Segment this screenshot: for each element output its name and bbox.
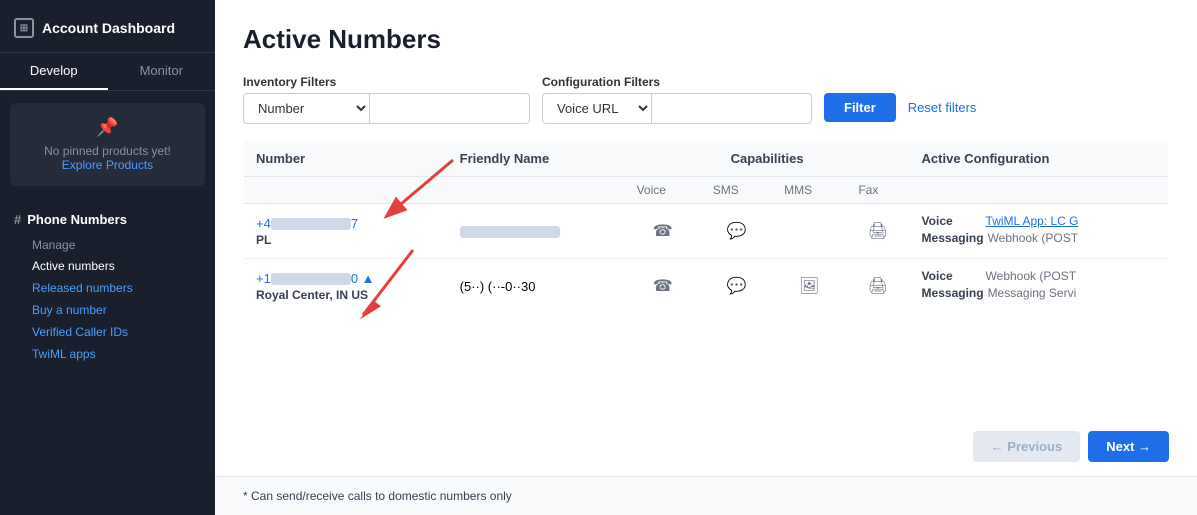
sidebar-header[interactable]: ⊞ Account Dashboard — [0, 0, 215, 53]
inventory-filter-label: Inventory Filters — [243, 75, 530, 89]
sms-cap-1: 💬 — [701, 204, 772, 259]
filter-button[interactable]: Filter — [824, 93, 896, 122]
sidebar-tabs: Develop Monitor — [0, 53, 215, 91]
pinned-products: 📌 No pinned products yet! Explore Produc… — [10, 103, 205, 186]
tab-monitor[interactable]: Monitor — [108, 53, 216, 90]
config-voice-label-2: Voice — [922, 269, 982, 283]
phone-numbers-header[interactable]: # Phone Numbers — [10, 208, 205, 231]
reset-filters-button[interactable]: Reset filters — [904, 93, 981, 122]
main-content-area: Active Numbers Inventory Filters Number … — [215, 0, 1197, 515]
col-active-config: Active Configuration — [910, 141, 1169, 177]
account-dashboard-label: Account Dashboard — [42, 20, 175, 36]
sidebar-item-twil-apps[interactable]: TwiML apps — [26, 343, 205, 365]
table-header-row: Number Friendly Name Capabilities Active… — [244, 141, 1169, 177]
friendly-name-cell-2: (5··) (··-0··30 — [448, 259, 625, 314]
sidebar-item-buy-number[interactable]: Buy a number — [26, 299, 205, 321]
sidebar-item-verified-caller-ids[interactable]: Verified Caller IDs — [26, 321, 205, 343]
config-voice-label-1: Voice — [922, 214, 982, 228]
cap-voice: Voice — [625, 177, 701, 204]
number-cell-2: +10 ▲ Royal Center, IN US — [244, 259, 448, 314]
page-title: Active Numbers — [243, 24, 1169, 55]
config-voice-value-1[interactable]: TwiML App: LC G — [986, 214, 1079, 228]
manage-label: Manage — [26, 235, 205, 255]
mms-cap-2: 🖼 — [772, 259, 846, 314]
config-filter-input[interactable] — [652, 93, 812, 124]
footer-note-text: * Can send/receive calls to domestic num… — [243, 489, 512, 503]
table-row: +47 PL ☎ 💬 🖨 Voice — [244, 204, 1169, 259]
mms-cap-1 — [772, 204, 846, 259]
number-location-1: PL — [256, 233, 436, 247]
sidebar-item-active-numbers[interactable]: Active numbers — [26, 255, 205, 277]
number-cell-1: +47 PL — [244, 204, 448, 259]
cap-fax: Fax — [846, 177, 909, 204]
config-msg-label-2: Messaging — [922, 286, 984, 300]
previous-button[interactable]: ← Previous — [973, 431, 1081, 462]
number-location-2: Royal Center, IN US — [256, 288, 436, 302]
next-button[interactable]: Next → — [1088, 431, 1169, 462]
phone-numbers-section: # Phone Numbers Manage Active numbers Re… — [0, 198, 215, 369]
inventory-filter-input[interactable] — [370, 93, 530, 124]
main-content: Active Numbers Inventory Filters Number … — [215, 0, 1197, 417]
config-filter-select[interactable]: Voice URL SMS URL MMS URL — [542, 93, 652, 124]
numbers-table-wrapper: Number Friendly Name Capabilities Active… — [243, 140, 1169, 314]
inventory-filter-inputs: Number Friendly Name Status — [243, 93, 530, 124]
voice-cap-1: ☎ — [625, 204, 701, 259]
config-msg-label-1: Messaging — [922, 231, 984, 245]
cap-sub-headers: Voice SMS MMS Fax — [244, 177, 1169, 204]
filter-buttons: Filter Reset filters — [824, 93, 980, 122]
voice-cap-2: ☎ — [625, 259, 701, 314]
phone-numbers-label: Phone Numbers — [27, 212, 127, 227]
account-icon: ⊞ — [14, 18, 34, 38]
friendly-name-text-2: (5··) (··-0··30 — [460, 279, 536, 294]
config-filter-group: Configuration Filters Voice URL SMS URL … — [542, 75, 812, 124]
sidebar-item-released-numbers[interactable]: Released numbers — [26, 277, 205, 299]
col-friendly-name: Friendly Name — [448, 141, 625, 177]
sms-cap-2: 💬 — [701, 259, 772, 314]
config-cell-2: Voice Webhook (POST Messaging Messaging … — [910, 259, 1169, 314]
number-link-1[interactable]: +47 — [256, 216, 358, 231]
config-filter-inputs: Voice URL SMS URL MMS URL — [542, 93, 812, 124]
config-voice-value-2: Webhook (POST — [986, 269, 1076, 283]
col-number: Number — [244, 141, 448, 177]
friendly-name-cell-1 — [448, 204, 625, 259]
hash-icon: # — [14, 212, 21, 227]
friendly-name-blur-1 — [460, 226, 560, 238]
phone-numbers-sub: Manage Active numbers Released numbers B… — [10, 235, 205, 365]
pin-icon: 📌 — [20, 117, 195, 138]
pagination-row: ← Previous Next → — [215, 417, 1197, 472]
config-cell-1: Voice TwiML App: LC G Messaging Webhook … — [910, 204, 1169, 259]
fax-cap-2: 🖨 — [846, 259, 909, 314]
col-capabilities: Capabilities — [625, 141, 910, 177]
config-msg-value-2: Messaging Servi — [988, 286, 1077, 300]
pinned-message: No pinned products yet! — [20, 144, 195, 158]
fax-cap-1: 🖨 — [846, 204, 909, 259]
inventory-filter-group: Inventory Filters Number Friendly Name S… — [243, 75, 530, 124]
sidebar: ⊞ Account Dashboard Develop Monitor 📌 No… — [0, 0, 215, 515]
filters-row: Inventory Filters Number Friendly Name S… — [243, 75, 1169, 124]
inventory-filter-select[interactable]: Number Friendly Name Status — [243, 93, 370, 124]
config-filter-label: Configuration Filters — [542, 75, 812, 89]
numbers-table: Number Friendly Name Capabilities Active… — [243, 140, 1169, 314]
footer-note: * Can send/receive calls to domestic num… — [215, 476, 1197, 515]
cap-sms: SMS — [701, 177, 772, 204]
number-link-2[interactable]: +10 ▲ — [256, 271, 375, 286]
explore-products-link[interactable]: Explore Products — [62, 158, 153, 172]
cap-mms: MMS — [772, 177, 846, 204]
tab-develop[interactable]: Develop — [0, 53, 108, 90]
config-msg-value-1: Webhook (POST — [988, 231, 1078, 245]
table-row: +10 ▲ Royal Center, IN US (5··) (··-0··3… — [244, 259, 1169, 314]
